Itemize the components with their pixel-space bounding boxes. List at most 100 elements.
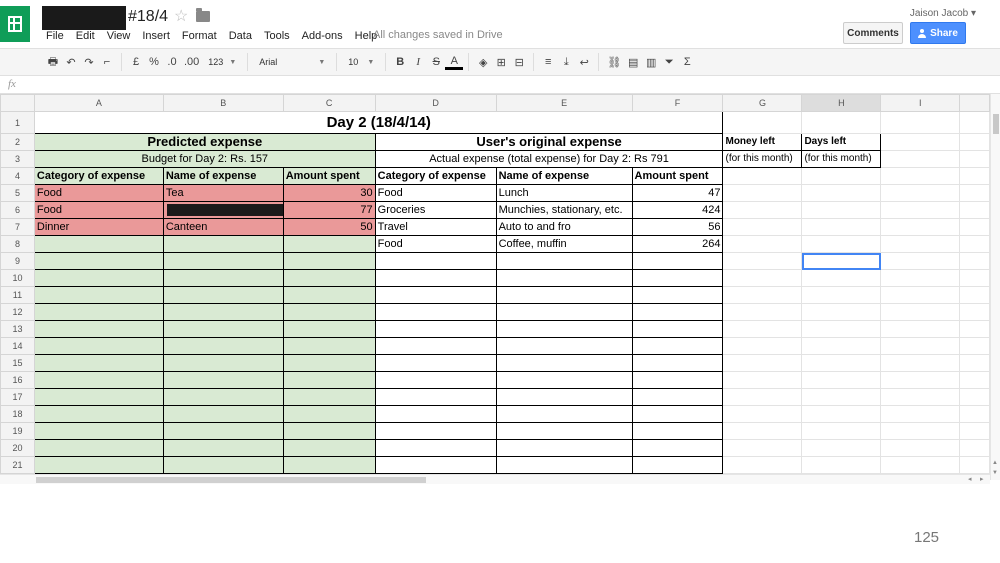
col-header-d[interactable]: D <box>374 94 497 112</box>
cell[interactable] <box>880 184 961 202</box>
predicted-category-cell[interactable]: Dinner <box>33 218 164 236</box>
insert-chart-icon[interactable]: ▥ <box>642 52 660 72</box>
cell[interactable] <box>959 150 990 168</box>
cell[interactable] <box>722 252 803 270</box>
cell[interactable] <box>33 286 164 304</box>
predicted-amount-cell[interactable]: 30 <box>282 184 376 202</box>
cell[interactable] <box>374 422 497 440</box>
cell[interactable] <box>801 235 882 253</box>
cell[interactable] <box>282 405 376 423</box>
cell[interactable] <box>374 269 497 287</box>
cell[interactable] <box>374 439 497 457</box>
cell[interactable] <box>631 371 724 389</box>
cell[interactable] <box>880 133 961 151</box>
scroll-down-icon[interactable]: ▼ <box>992 470 998 476</box>
cell[interactable] <box>162 337 284 355</box>
row-header[interactable]: 13 <box>0 320 35 338</box>
cell[interactable] <box>959 252 990 270</box>
formula-bar[interactable]: fx <box>0 76 1000 94</box>
cell[interactable] <box>880 320 961 338</box>
cell[interactable] <box>722 167 803 185</box>
cell[interactable] <box>33 439 164 457</box>
col-header-g[interactable]: G <box>722 94 803 112</box>
cell[interactable] <box>282 422 376 440</box>
cell[interactable] <box>801 405 882 423</box>
predicted-category-cell[interactable]: Food <box>33 184 164 202</box>
cell[interactable] <box>959 354 990 372</box>
cell[interactable] <box>722 405 803 423</box>
original-amount-cell[interactable]: 56 <box>631 218 724 236</box>
original-name-cell[interactable]: Munchies, stationary, etc. <box>495 201 633 219</box>
money-left-header[interactable]: Money left <box>722 133 803 151</box>
predicted-category-cell[interactable]: Food <box>33 201 164 219</box>
redo-icon[interactable]: ↷ <box>80 52 98 72</box>
cell[interactable] <box>495 371 633 389</box>
cell[interactable] <box>880 167 961 185</box>
cell[interactable] <box>374 354 497 372</box>
cell[interactable] <box>33 303 164 321</box>
money-left-period[interactable]: (for this month) <box>722 150 803 168</box>
cell[interactable] <box>722 269 803 287</box>
cell[interactable] <box>374 320 497 338</box>
row-header[interactable]: 1 <box>0 111 35 134</box>
horizontal-align-icon[interactable]: ≡ <box>539 52 557 72</box>
cell[interactable] <box>880 286 961 304</box>
cell[interactable] <box>162 354 284 372</box>
document-title[interactable]: #18/4 <box>128 8 168 26</box>
fill-color-icon[interactable]: ◈ <box>474 52 492 72</box>
cell[interactable] <box>495 337 633 355</box>
row-header[interactable]: 5 <box>0 184 35 202</box>
cell[interactable] <box>374 405 497 423</box>
cell[interactable] <box>282 388 376 406</box>
strikethrough-button[interactable]: S <box>427 52 445 72</box>
text-wrap-icon[interactable]: ↩ <box>575 52 593 72</box>
cell[interactable] <box>33 269 164 287</box>
cell[interactable] <box>162 320 284 338</box>
sheets-logo-icon[interactable] <box>0 6 30 42</box>
font-select[interactable]: Arial ▼ <box>253 52 331 72</box>
cell[interactable] <box>33 456 164 474</box>
original-amount-cell[interactable]: 424 <box>631 201 724 219</box>
cell[interactable] <box>880 303 961 321</box>
cell[interactable] <box>959 371 990 389</box>
cell[interactable] <box>631 303 724 321</box>
merge-cells-icon[interactable]: ⊟ <box>510 52 528 72</box>
cell[interactable] <box>282 337 376 355</box>
cell[interactable] <box>722 184 803 202</box>
cell[interactable] <box>801 184 882 202</box>
row-header[interactable]: 19 <box>0 422 35 440</box>
predicted-name-cell[interactable]: Tea <box>162 184 284 202</box>
predicted-budget-cell[interactable]: Budget for Day 2: Rs. 157 <box>33 150 376 168</box>
cell[interactable] <box>959 201 990 219</box>
cell[interactable] <box>722 422 803 440</box>
predicted-amount-cell[interactable]: 50 <box>282 218 376 236</box>
header-name-b[interactable]: Name of expense <box>162 167 284 185</box>
comments-button[interactable]: Comments <box>843 22 903 44</box>
vertical-scroll-thumb[interactable] <box>993 114 999 134</box>
row-header[interactable]: 3 <box>0 150 35 168</box>
original-actual-cell[interactable]: Actual expense (total expense) for Day 2… <box>374 150 724 168</box>
cell[interactable] <box>282 439 376 457</box>
cell[interactable] <box>282 235 376 253</box>
days-left-header[interactable]: Days left <box>801 133 882 151</box>
cell[interactable] <box>880 337 961 355</box>
cell[interactable] <box>33 354 164 372</box>
vertical-scrollbar[interactable]: ▲ ▼ <box>990 94 1000 480</box>
cell[interactable] <box>495 422 633 440</box>
col-header-j[interactable] <box>959 94 990 112</box>
cell[interactable] <box>959 439 990 457</box>
cell[interactable] <box>880 150 961 168</box>
cell[interactable] <box>880 405 961 423</box>
row-header[interactable]: 20 <box>0 439 35 457</box>
cell[interactable] <box>162 388 284 406</box>
header-amount-f[interactable]: Amount spent <box>631 167 724 185</box>
cell[interactable] <box>282 269 376 287</box>
decrease-decimal-button[interactable]: .0 <box>163 52 181 72</box>
cell[interactable] <box>162 269 284 287</box>
menu-tools[interactable]: Tools <box>258 29 296 43</box>
row-header[interactable]: 2 <box>0 133 35 151</box>
cell[interactable] <box>631 405 724 423</box>
cell[interactable] <box>162 405 284 423</box>
predicted-expense-header[interactable]: Predicted expense <box>33 133 376 151</box>
scroll-up-icon[interactable]: ▲ <box>992 460 998 466</box>
